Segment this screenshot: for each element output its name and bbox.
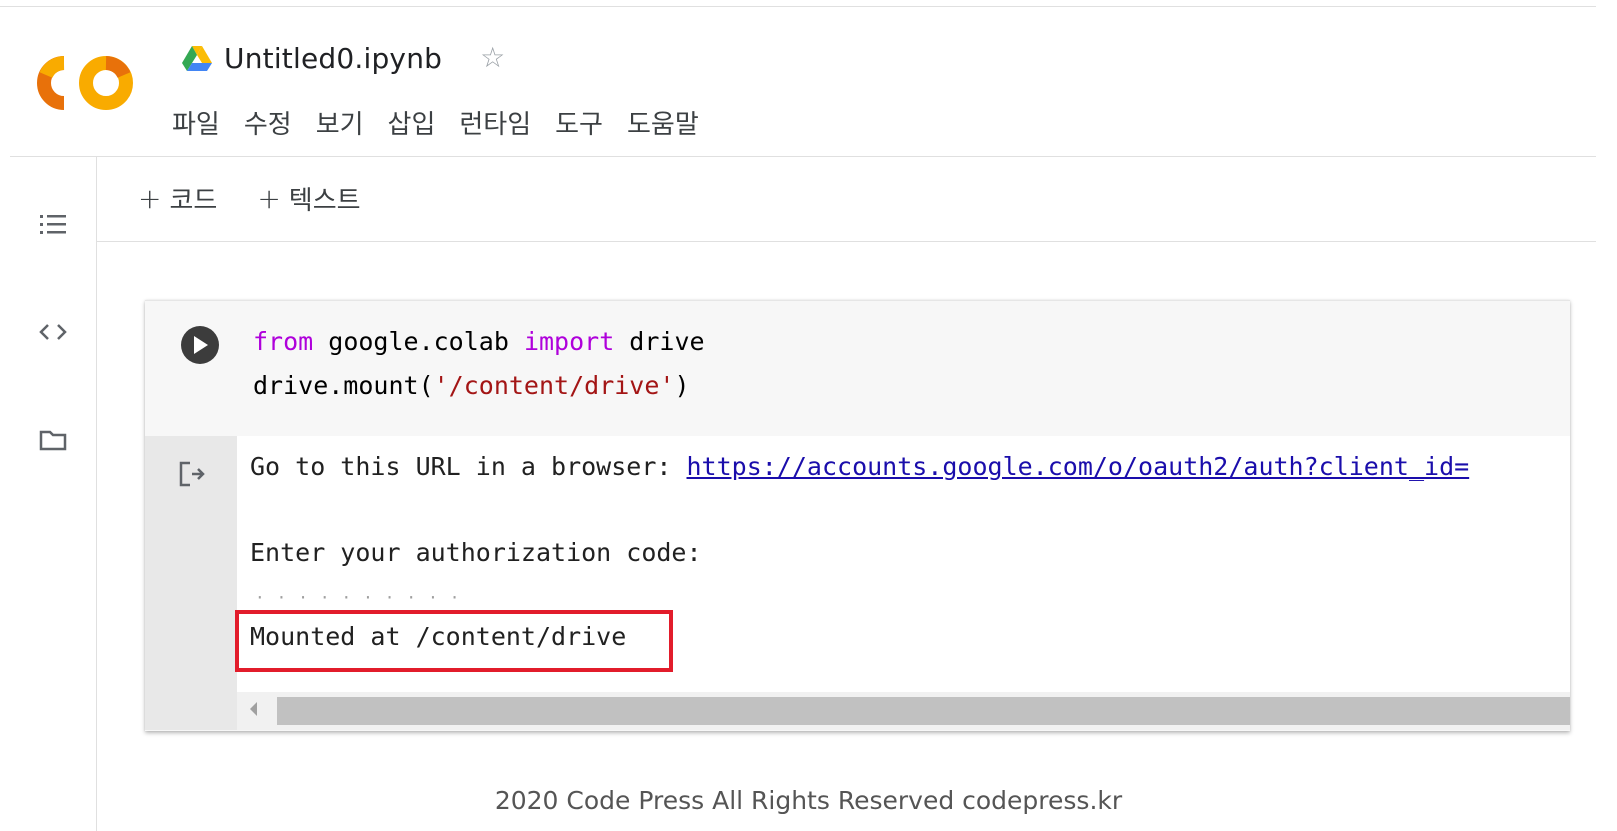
code-line-2: drive.mount('/content/drive'): [253, 371, 690, 400]
colab-logo[interactable]: [36, 55, 136, 111]
scrollbar-thumb[interactable]: [277, 697, 1570, 725]
menu-runtime[interactable]: 런타임: [447, 104, 543, 141]
sidebar-divider: [96, 157, 97, 831]
output-line-url: Go to this URL in a browser: https://acc…: [250, 452, 1469, 481]
menu-file[interactable]: 파일: [172, 104, 232, 141]
oauth-link[interactable]: https://accounts.google.com/o/oauth2/aut…: [687, 452, 1470, 481]
add-text-label: 텍스트: [288, 186, 361, 216]
highlight-box: [235, 610, 673, 672]
menu-edit[interactable]: 수정: [232, 104, 304, 141]
code-text: drive: [614, 327, 705, 356]
add-code-button[interactable]: + 코드: [138, 180, 217, 217]
header-divider: [10, 156, 1610, 157]
scroll-left-arrow-icon[interactable]: [250, 702, 257, 716]
code-text: google.colab: [313, 327, 524, 356]
google-drive-icon[interactable]: [182, 45, 212, 71]
keyword-import: import: [523, 327, 615, 356]
add-code-label: 코드: [169, 186, 218, 216]
authorization-code-masked: ··········: [255, 588, 472, 607]
menu-insert[interactable]: 삽입: [376, 104, 448, 141]
table-of-contents-icon[interactable]: [35, 206, 71, 242]
code-snippets-icon[interactable]: [35, 314, 71, 350]
top-border: [0, 6, 1600, 7]
right-edge: [1596, 0, 1617, 831]
code-text: drive.mount(: [253, 371, 434, 400]
title-row: Untitled0.ipynb ☆: [182, 36, 505, 80]
menu-help[interactable]: 도움말: [615, 104, 711, 141]
menu-view[interactable]: 보기: [304, 104, 376, 141]
play-icon: [194, 336, 208, 354]
output-clear-icon[interactable]: [178, 460, 208, 488]
output-line-prompt: Enter your authorization code:: [250, 538, 702, 567]
add-text-button[interactable]: + 텍스트: [257, 180, 360, 217]
plus-icon: +: [257, 182, 281, 215]
keyword-from: from: [253, 327, 314, 356]
code-string: '/content/drive': [433, 371, 675, 400]
code-line-1: from google.colab import drive: [253, 327, 705, 356]
output-text: Go to this URL in a browser:: [250, 452, 687, 481]
notebook-title[interactable]: Untitled0.ipynb: [224, 42, 442, 75]
code-text: ): [674, 371, 690, 400]
menu-bar: 파일 수정 보기 삽입 런타임 도구 도움말: [172, 104, 711, 141]
files-folder-icon[interactable]: [35, 422, 71, 458]
cell-toolbar: + 코드 + 텍스트: [138, 180, 361, 217]
plus-icon: +: [138, 182, 162, 215]
code-editor[interactable]: from google.colab import drive drive.mou…: [253, 320, 705, 408]
toolbar-divider: [97, 241, 1617, 242]
star-icon[interactable]: ☆: [480, 44, 505, 72]
footer-copyright: 2020 Code Press All Rights Reserved code…: [494, 786, 1123, 815]
run-cell-button[interactable]: [181, 326, 219, 364]
menu-tools[interactable]: 도구: [543, 104, 615, 141]
